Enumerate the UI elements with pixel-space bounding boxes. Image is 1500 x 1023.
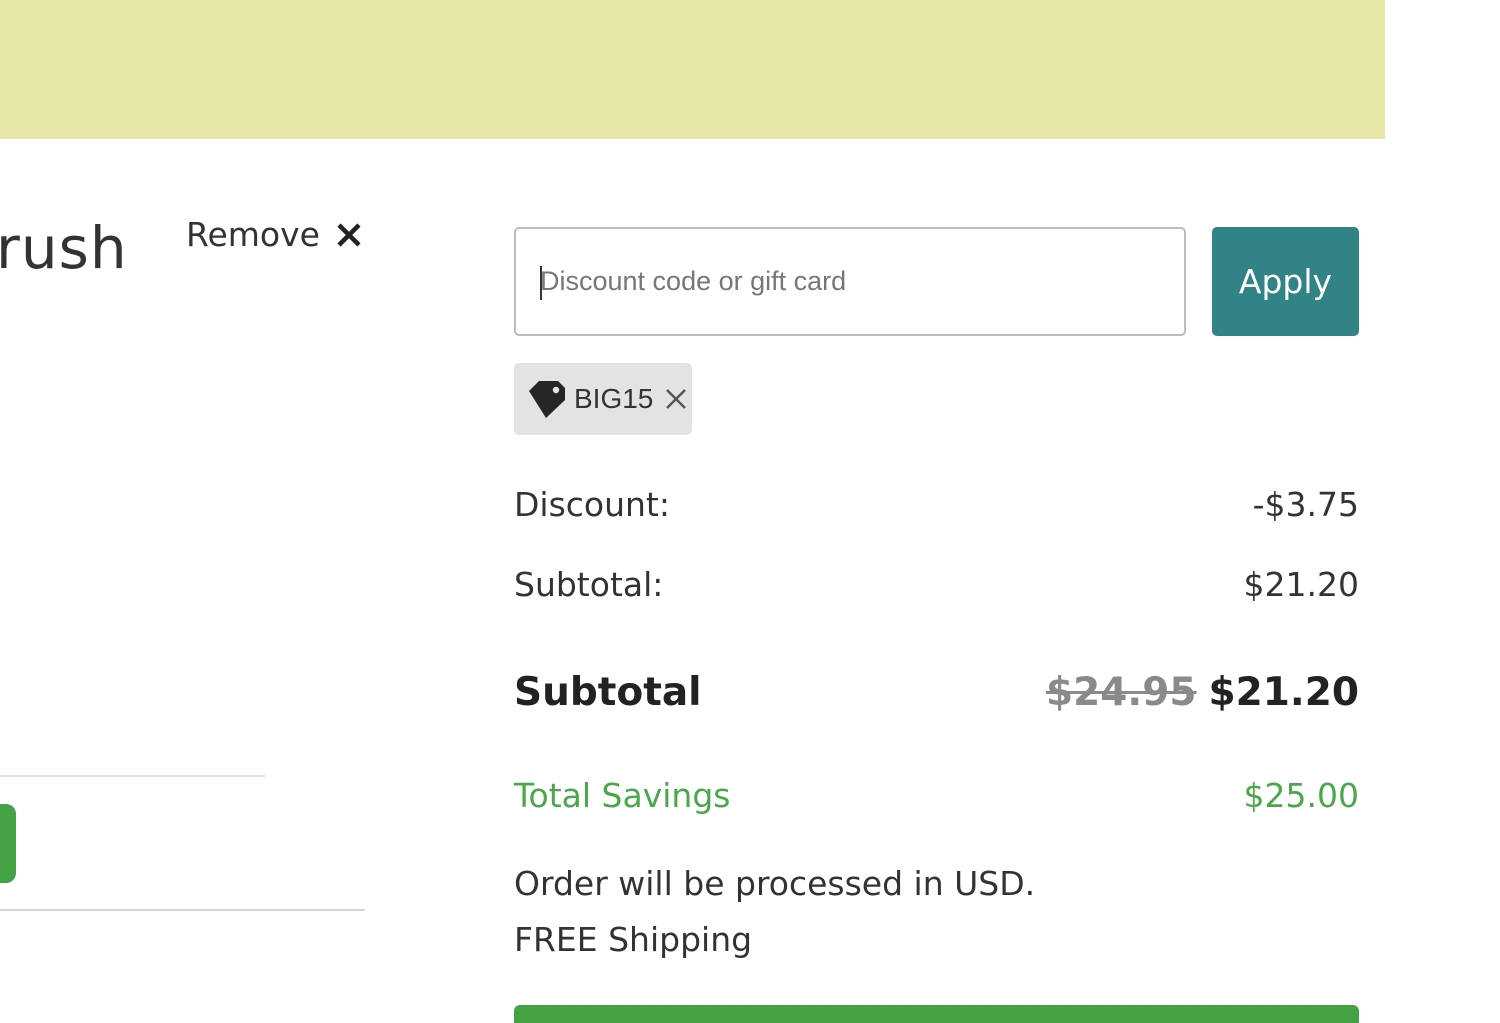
text-caret: [540, 266, 542, 300]
total-label: Subtotal: [514, 669, 702, 715]
total-price: $21.20: [1208, 669, 1360, 715]
product-name: rush: [0, 214, 128, 282]
applied-discount-tag: BIG15: [514, 363, 692, 435]
discount-value: -$3.75: [1252, 484, 1359, 524]
remove-label: Remove: [186, 214, 320, 254]
total-row: Subtotal $24.95 $21.20: [514, 664, 1359, 720]
discount-code-input[interactable]: [514, 227, 1186, 336]
divider: [0, 909, 365, 911]
savings-value: $25.00: [1243, 775, 1359, 815]
shipping-note: FREE Shipping: [514, 920, 753, 959]
savings-label: Total Savings: [514, 775, 731, 815]
checkout-button[interactable]: [514, 1005, 1359, 1023]
savings-row: Total Savings $25.00: [514, 773, 1359, 817]
divider: [0, 775, 265, 777]
subtotal-row: Subtotal: $21.20: [514, 562, 1359, 606]
apply-button[interactable]: Apply: [1212, 227, 1359, 336]
top-banner: [0, 0, 1385, 139]
original-price: $24.95: [1046, 669, 1197, 715]
close-icon: [334, 219, 364, 249]
discount-row: Discount: -$3.75: [514, 482, 1359, 526]
cart-page: rush Remove Apply BIG15: [0, 0, 1500, 1023]
remove-item-button[interactable]: Remove: [186, 212, 364, 256]
tag-icon: [526, 378, 568, 420]
subtotal-label: Subtotal:: [514, 564, 664, 604]
total-prices: $24.95 $21.20: [1046, 670, 1359, 715]
applied-code-label: BIG15: [574, 383, 654, 414]
subtotal-value: $21.20: [1243, 564, 1359, 604]
close-icon[interactable]: [663, 386, 689, 412]
quantity-button[interactable]: [0, 804, 16, 883]
discount-label: Discount:: [514, 484, 670, 524]
currency-note: Order will be processed in USD.: [514, 864, 1036, 903]
